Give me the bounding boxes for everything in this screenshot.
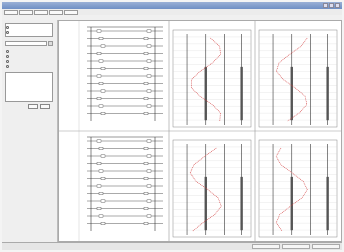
component-block: [143, 82, 149, 85]
component-block: [143, 222, 149, 225]
reset-button[interactable]: [40, 104, 50, 109]
component-block: [146, 154, 152, 158]
select-field[interactable]: [5, 41, 47, 46]
component-block: [143, 67, 149, 70]
schematic-top: [87, 26, 163, 121]
component-block: [146, 214, 152, 218]
option-1[interactable]: [6, 26, 10, 29]
component-block: [96, 207, 102, 210]
component-block: [146, 74, 152, 78]
toolbar-button-5[interactable]: [64, 9, 78, 15]
component-block: [96, 29, 102, 33]
component-block: [146, 89, 152, 93]
component-block: [96, 52, 102, 55]
status-bar: [2, 242, 342, 250]
component-block: [143, 97, 149, 100]
component-block: [98, 82, 104, 85]
component-block: [100, 154, 106, 158]
radio-icon: [6, 65, 9, 68]
component-block: [146, 169, 152, 173]
diagram-canvas: [59, 21, 341, 241]
component-block: [96, 162, 102, 165]
component-block: [96, 139, 102, 143]
maximize-button[interactable]: [329, 3, 334, 8]
toolbar-button-1[interactable]: [4, 9, 18, 15]
close-button[interactable]: [335, 3, 340, 8]
level-bar: [326, 176, 329, 231]
component-block: [143, 112, 149, 115]
radio-icon: [6, 55, 9, 58]
component-block: [143, 177, 149, 180]
component-block: [98, 214, 104, 218]
level-bar: [204, 176, 207, 231]
component-block: [100, 44, 106, 48]
option-2[interactable]: [6, 31, 10, 34]
component-block: [146, 29, 152, 33]
component-block: [96, 74, 102, 78]
component-block: [98, 169, 104, 173]
component-block: [143, 147, 149, 150]
component-block: [146, 139, 152, 143]
toolbar-button-2[interactable]: [19, 9, 33, 15]
schematic-bottom: [87, 136, 163, 231]
component-block: [100, 177, 106, 180]
component-block: [146, 184, 152, 188]
component-block: [146, 59, 152, 63]
toolbar-button-4[interactable]: [49, 9, 63, 15]
level-bar: [290, 176, 293, 231]
radio-icon: [6, 31, 9, 34]
radio-icon: [6, 50, 9, 53]
status-panel-3: [312, 244, 340, 249]
main-view: [58, 20, 342, 242]
options-box: [5, 23, 53, 37]
component-block: [98, 192, 104, 195]
level-bar: [240, 66, 243, 121]
dropdown-button[interactable]: [48, 41, 53, 46]
component-block: [98, 147, 104, 150]
component-block: [100, 67, 106, 70]
status-panel-2: [282, 244, 310, 249]
component-block: [100, 199, 106, 203]
window-title-bar: [2, 2, 342, 9]
component-block: [146, 104, 152, 108]
component-block: [143, 37, 149, 40]
toolbar-button-3[interactable]: [34, 9, 48, 15]
component-block: [98, 104, 104, 108]
component-block: [96, 184, 102, 188]
option-3[interactable]: [6, 50, 10, 53]
radio-icon: [6, 26, 9, 29]
radio-icon: [6, 60, 9, 63]
component-block: [98, 37, 104, 40]
component-block: [146, 199, 152, 203]
component-block: [100, 89, 106, 93]
status-panel-1: [252, 244, 280, 249]
component-block: [143, 207, 149, 210]
component-block: [100, 112, 106, 115]
left-panel: [2, 20, 58, 242]
component-block: [143, 52, 149, 55]
component-block: [146, 44, 152, 48]
component-block: [96, 97, 102, 100]
option-4[interactable]: [6, 55, 10, 58]
item-list[interactable]: [5, 72, 53, 102]
minimize-button[interactable]: [323, 3, 328, 8]
level-bar: [326, 66, 329, 121]
level-bar: [240, 176, 243, 231]
level-bar: [204, 66, 207, 121]
option-6[interactable]: [6, 65, 10, 68]
component-block: [143, 162, 149, 165]
component-block: [100, 222, 106, 225]
component-block: [98, 59, 104, 63]
level-bar: [290, 66, 293, 121]
option-5[interactable]: [6, 60, 10, 63]
apply-button[interactable]: [28, 104, 38, 109]
component-block: [143, 192, 149, 195]
